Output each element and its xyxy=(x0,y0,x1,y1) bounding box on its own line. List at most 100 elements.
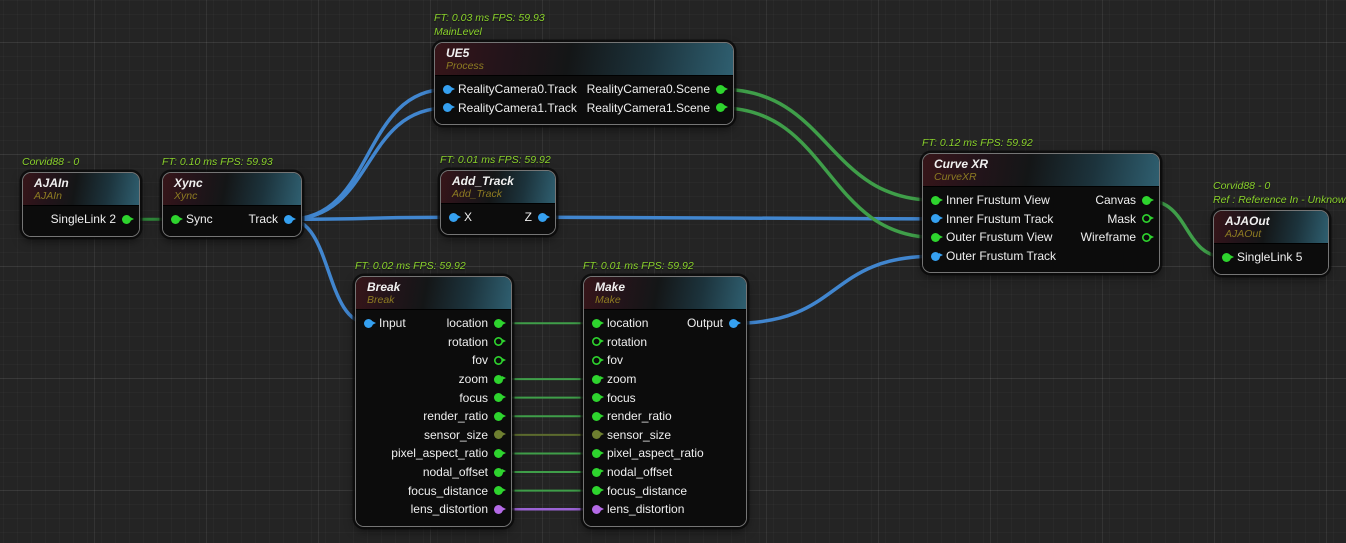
input-port-realitycamera0-track[interactable] xyxy=(443,85,452,94)
node-xync[interactable]: XyncXync Sync Track xyxy=(162,172,302,237)
input-port-input[interactable] xyxy=(364,319,373,328)
node-stats-line: FT: 0.02 ms FPS: 59.92 xyxy=(355,260,466,274)
output-port-pixel-aspect-ratio[interactable] xyxy=(494,449,503,458)
output-port-realitycamera0-scene[interactable] xyxy=(716,85,725,94)
node-stats-line: FT: 0.12 ms FPS: 59.92 xyxy=(922,137,1033,151)
output-port-render-ratio[interactable] xyxy=(494,412,503,421)
port-label: SingleLink 2 xyxy=(51,212,116,226)
port-row: Outer Frustum Track xyxy=(923,247,1159,266)
node-header[interactable]: MakeMake xyxy=(584,277,746,310)
output-port-zoom[interactable] xyxy=(494,375,503,384)
node-body: Inputlocationrotationfovzoomfocusrender_… xyxy=(356,310,511,526)
node-stats-label: FT: 0.01 ms FPS: 59.92 xyxy=(440,154,551,168)
output-port-singlelink-2[interactable] xyxy=(122,215,131,224)
input-port-realitycamera1-track[interactable] xyxy=(443,103,452,112)
port-row: Sync Track xyxy=(163,210,301,229)
node-header[interactable]: XyncXync xyxy=(163,173,301,206)
node-graph-canvas[interactable]: Corvid88 - 0 AJAInAJAIn SingleLink 2 FT: 0.… xyxy=(0,0,1346,543)
input-port-sync[interactable] xyxy=(171,215,180,224)
port-row: focus xyxy=(356,388,511,407)
node-header[interactable]: BreakBreak xyxy=(356,277,511,310)
output-port-rotation[interactable] xyxy=(494,337,503,346)
output-port-z[interactable] xyxy=(538,213,547,222)
output-port-location[interactable] xyxy=(494,319,503,328)
output-port-fov[interactable] xyxy=(494,356,503,365)
port-label: lens_distortion xyxy=(607,502,684,516)
input-port-sensor-size[interactable] xyxy=(592,430,601,439)
input-port-location[interactable] xyxy=(592,319,601,328)
output-port-sensor-size[interactable] xyxy=(494,430,503,439)
output-port-nodal-offset[interactable] xyxy=(494,468,503,477)
port-row: pixel_aspect_ratio xyxy=(584,444,746,463)
input-port-inner-frustum-track[interactable] xyxy=(931,214,940,223)
output-port-focus[interactable] xyxy=(494,393,503,402)
input-port-focus[interactable] xyxy=(592,393,601,402)
port-label: fov xyxy=(607,353,623,367)
input-port-pixel-aspect-ratio[interactable] xyxy=(592,449,601,458)
port-label: Track xyxy=(248,212,278,226)
port-label: rotation xyxy=(607,335,647,349)
port-label: Output xyxy=(687,316,723,330)
node-ajaout[interactable]: AJAOutAJAOut SingleLink 5 xyxy=(1213,210,1329,275)
node-stats-label: Corvid88 - 0 xyxy=(22,156,79,170)
node-title: AJAIn xyxy=(34,177,128,190)
output-port-focus-distance[interactable] xyxy=(494,486,503,495)
port-label: location xyxy=(607,316,648,330)
wire xyxy=(734,256,936,323)
node-make[interactable]: MakeMakelocationOutputrotationfovzoomfoc… xyxy=(583,276,747,527)
node-stats-line: Corvid88 - 0 xyxy=(22,156,79,170)
node-title: Xync xyxy=(174,177,290,190)
port-label: pixel_aspect_ratio xyxy=(607,446,704,460)
node-title: AJAOut xyxy=(1225,215,1317,228)
port-row: Inner Frustum ViewCanvas xyxy=(923,191,1159,210)
output-port-lens-distortion[interactable] xyxy=(494,505,503,514)
node-title: UE5 xyxy=(446,47,722,60)
node-header[interactable]: AJAOutAJAOut xyxy=(1214,211,1328,244)
input-port-outer-frustum-view[interactable] xyxy=(931,233,940,242)
input-port-render-ratio[interactable] xyxy=(592,412,601,421)
output-port-wireframe[interactable] xyxy=(1142,233,1151,242)
node-stats-label: FT: 0.01 ms FPS: 59.92 xyxy=(583,260,694,274)
output-port-track[interactable] xyxy=(284,215,293,224)
node-curvexr[interactable]: Curve XRCurveXRInner Frustum ViewCanvasI… xyxy=(922,153,1160,273)
input-port-inner-frustum-view[interactable] xyxy=(931,196,940,205)
node-ue5[interactable]: UE5ProcessRealityCamera0.TrackRealityCam… xyxy=(434,42,734,125)
port-row: focus xyxy=(584,388,746,407)
port-label: Inner Frustum Track xyxy=(946,212,1053,226)
input-port-zoom[interactable] xyxy=(592,375,601,384)
input-port-singlelink-5[interactable] xyxy=(1222,253,1231,262)
node-header[interactable]: Curve XRCurveXR xyxy=(923,154,1159,187)
node-ajain[interactable]: AJAInAJAIn SingleLink 2 xyxy=(22,172,140,237)
input-port-focus-distance[interactable] xyxy=(592,486,601,495)
node-header[interactable]: UE5Process xyxy=(435,43,733,76)
port-row: focus_distance xyxy=(584,481,746,500)
output-port-mask[interactable] xyxy=(1142,214,1151,223)
port-label: X xyxy=(464,210,472,224)
port-label: location xyxy=(447,316,488,330)
input-port-x[interactable] xyxy=(449,213,458,222)
port-label: lens_distortion xyxy=(411,502,488,516)
port-label: SingleLink 5 xyxy=(1237,250,1302,264)
input-port-lens-distortion[interactable] xyxy=(592,505,601,514)
port-label: Sync xyxy=(186,212,213,226)
output-port-realitycamera1-scene[interactable] xyxy=(716,103,725,112)
node-stats-line: MainLevel xyxy=(434,26,545,40)
node-body: XZ xyxy=(441,204,555,234)
port-label: Inner Frustum View xyxy=(946,193,1050,207)
node-break[interactable]: BreakBreakInputlocationrotationfovzoomfo… xyxy=(355,276,512,527)
port-label: sensor_size xyxy=(607,428,671,442)
output-port-output[interactable] xyxy=(729,319,738,328)
node-addtrack[interactable]: Add_TrackAdd_TrackXZ xyxy=(440,170,556,235)
output-port-canvas[interactable] xyxy=(1142,196,1151,205)
input-port-rotation[interactable] xyxy=(592,337,601,346)
input-port-nodal-offset[interactable] xyxy=(592,468,601,477)
port-label: rotation xyxy=(448,335,488,349)
node-title: Add_Track xyxy=(452,175,544,188)
node-header[interactable]: Add_TrackAdd_Track xyxy=(441,171,555,204)
node-header[interactable]: AJAInAJAIn xyxy=(23,173,139,206)
input-port-fov[interactable] xyxy=(592,356,601,365)
port-row: Input location xyxy=(356,314,511,333)
port-label: Input xyxy=(379,316,406,330)
node-subtitle: CurveXR xyxy=(934,171,1148,183)
input-port-outer-frustum-track[interactable] xyxy=(931,252,940,261)
